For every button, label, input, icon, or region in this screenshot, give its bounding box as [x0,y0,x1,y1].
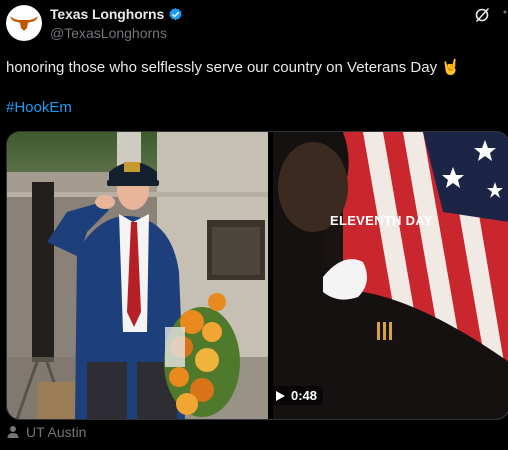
play-icon[interactable] [276,390,285,401]
author-info: Texas Longhorns @TexasLonghorns [50,6,183,41]
author-display-name[interactable]: Texas Longhorns [50,6,164,22]
verified-badge-icon [169,7,182,20]
veteran-saluting-photo[interactable] [7,132,268,419]
person-icon [7,426,19,438]
flag-video-thumbnail[interactable] [273,132,508,419]
location-label: UT Austin [26,424,87,440]
author-handle[interactable]: @TexasLonghorns [50,25,183,41]
avatar[interactable] [6,5,42,41]
video-caption: ELEVENTH DAY [330,213,433,228]
more-options-icon[interactable] [502,8,508,24]
location-tag[interactable]: UT Austin [6,424,86,440]
media-grid [6,131,508,420]
video-duration: 0:48 [291,388,318,403]
video-duration-badge: 0:48 [272,386,324,405]
hashtag-link[interactable]: #HookEm [6,99,72,116]
longhorn-logo-icon [10,16,38,31]
grok-icon[interactable] [474,7,490,23]
post-text: honoring those who selflessly serve our … [6,59,460,76]
